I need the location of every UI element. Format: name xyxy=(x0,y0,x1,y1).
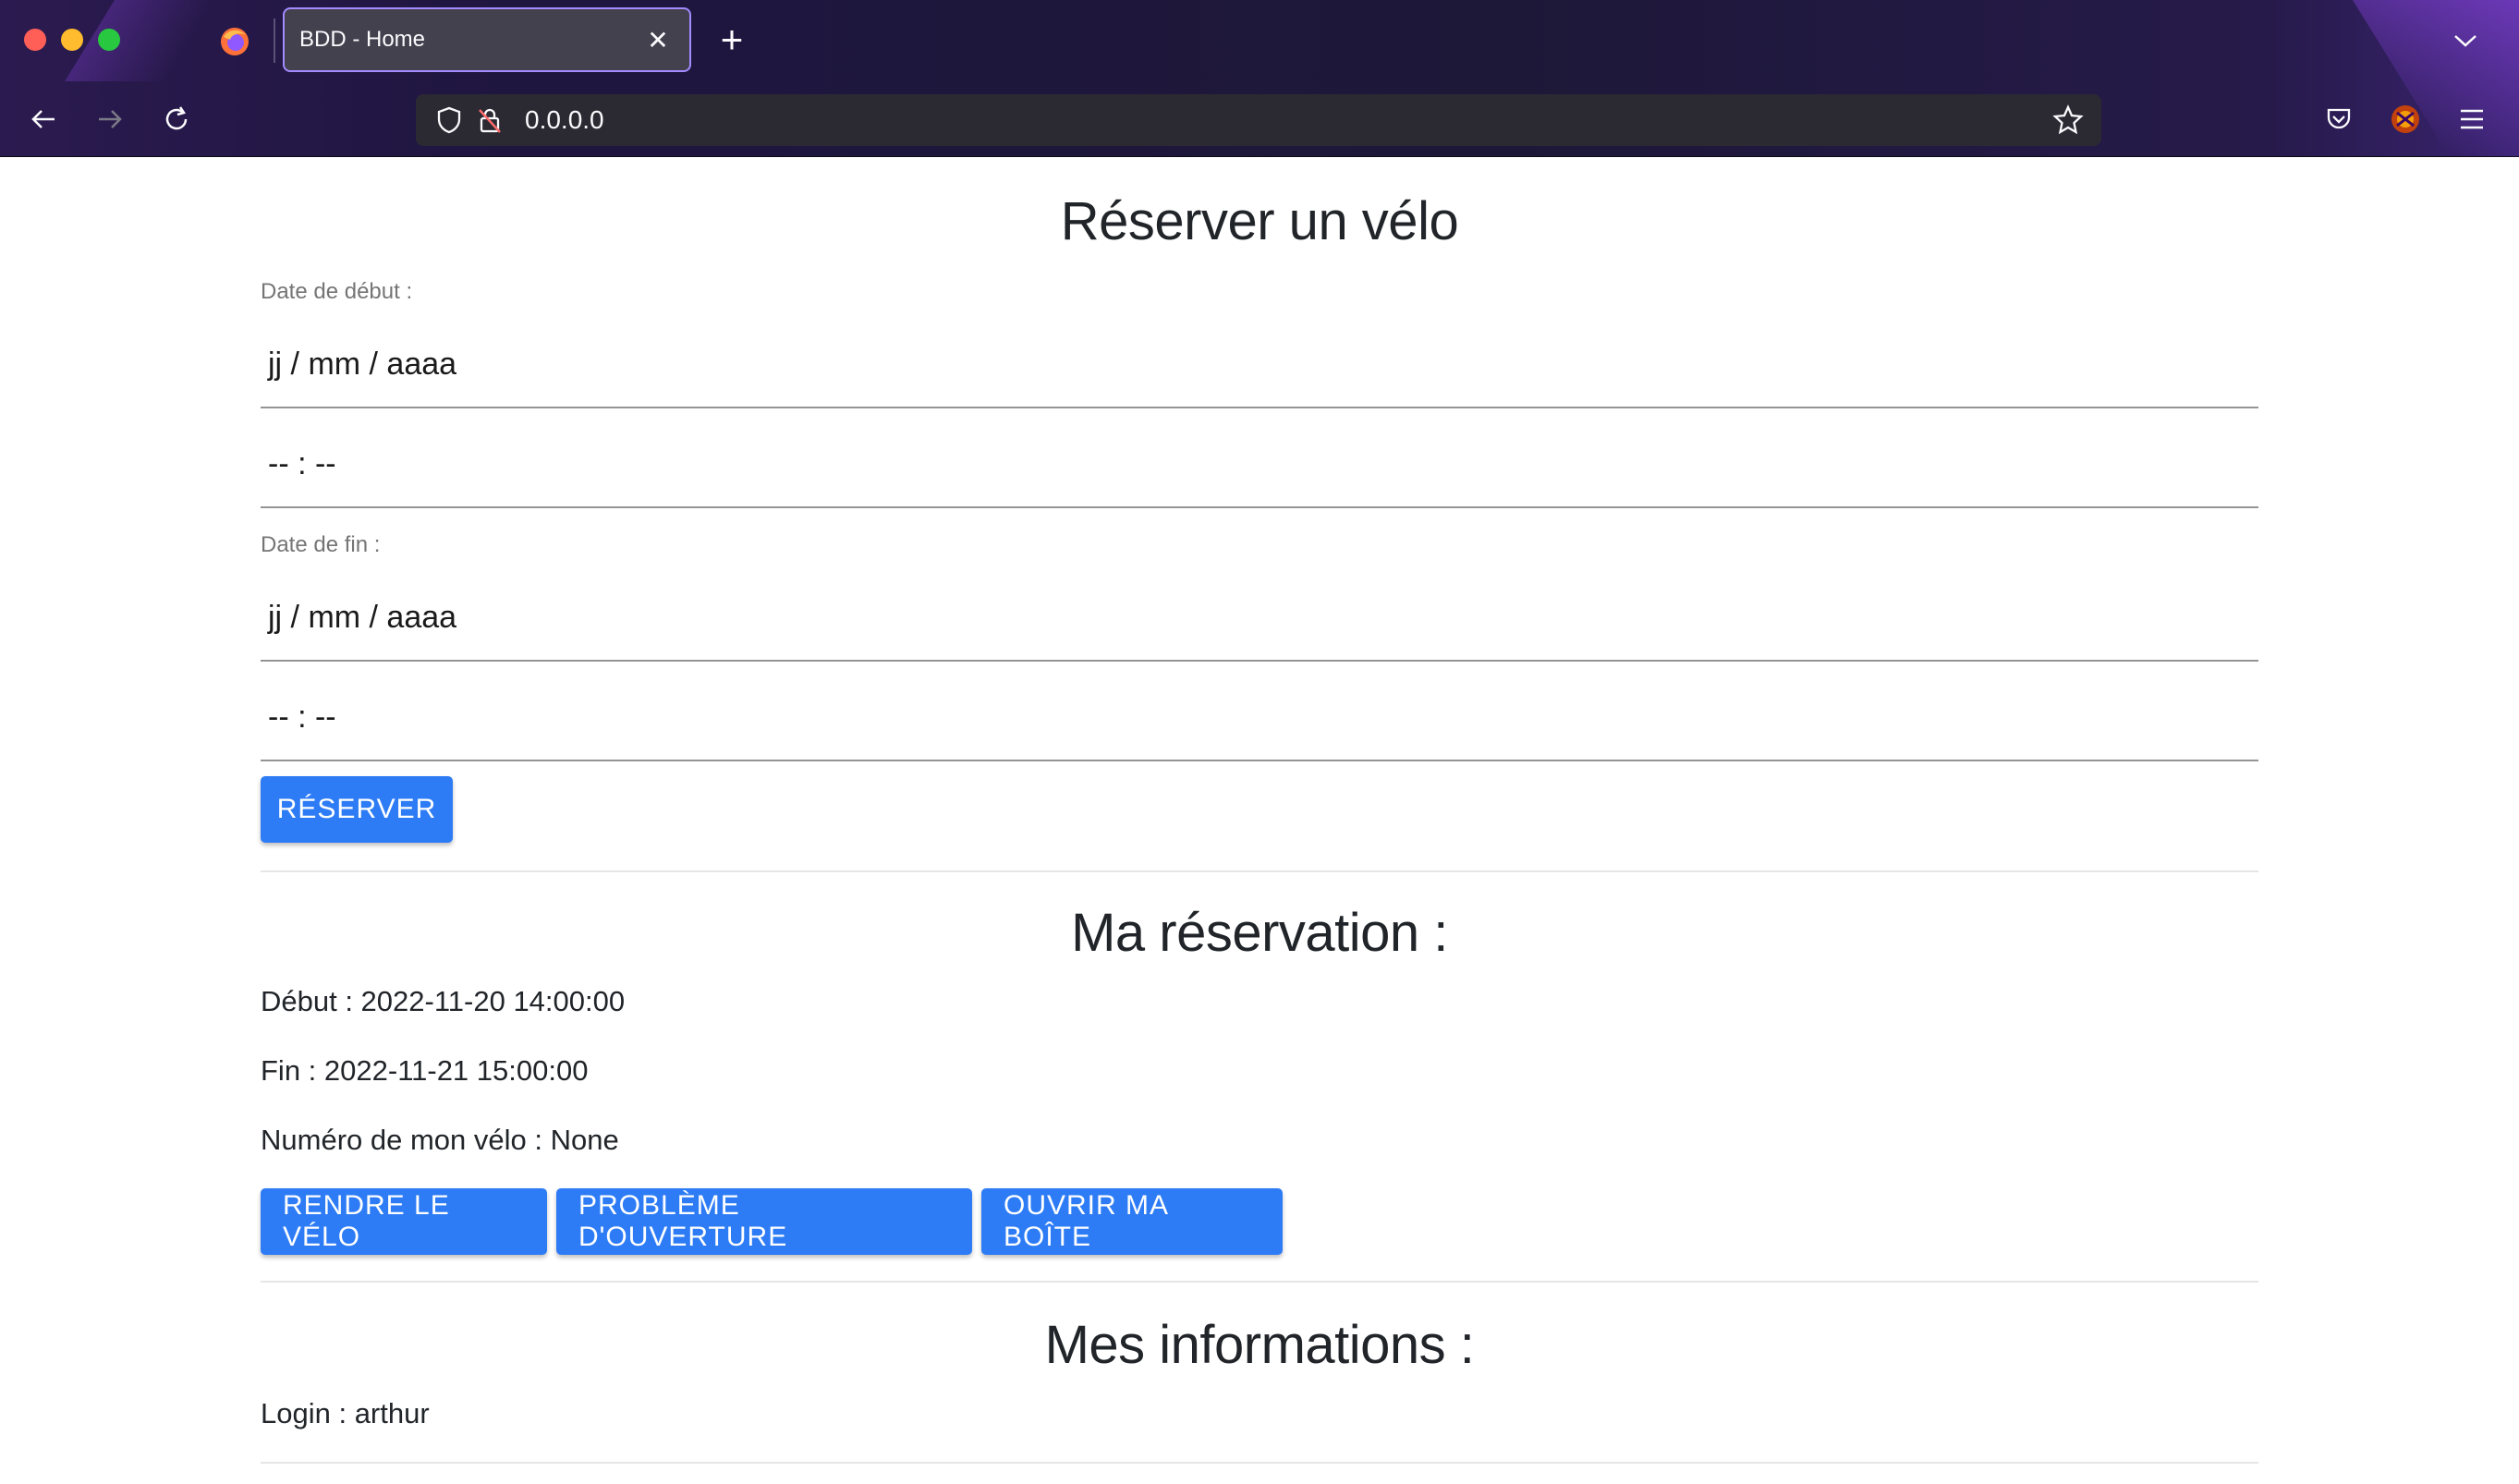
bike-number: Numéro de mon vélo : None xyxy=(261,1124,619,1156)
reservation-start: Début : 2022-11-20 14:00:00 xyxy=(261,985,626,1017)
section-divider xyxy=(261,870,2258,872)
tab-title: BDD - Home xyxy=(299,27,426,52)
reserve-button[interactable]: Réserver xyxy=(261,776,453,843)
start-date-label: Date de début : xyxy=(261,279,413,304)
arrow-left-icon xyxy=(31,110,55,128)
tab-separator xyxy=(274,18,275,63)
end-date-label: Date de fin : xyxy=(261,532,381,557)
section-divider xyxy=(261,1281,2258,1283)
browser-chrome: BDD - Home ✕ + 0.0.0.0 xyxy=(0,0,2519,157)
tab-strip: BDD - Home ✕ + xyxy=(0,0,2519,157)
url-text[interactable]: 0.0.0.0 xyxy=(525,105,604,135)
reserve-title: Réserver un vélo xyxy=(1060,191,1459,251)
window-close-button[interactable] xyxy=(24,29,46,51)
tab-active[interactable]: BDD - Home ✕ xyxy=(283,7,691,72)
end-time-input[interactable]: -- : -- xyxy=(261,675,2258,761)
section-divider xyxy=(261,1462,2258,1464)
window-zoom-button[interactable] xyxy=(98,29,120,51)
open-box-button[interactable]: Ouvrir ma boîte xyxy=(981,1188,1283,1255)
shield-icon[interactable] xyxy=(431,102,468,139)
firefox-icon xyxy=(221,28,249,55)
account-button[interactable] xyxy=(2382,96,2428,142)
hamburger-menu-icon xyxy=(2461,109,2483,129)
start-time-placeholder: -- : -- xyxy=(268,445,336,481)
close-icon[interactable]: ✕ xyxy=(641,25,675,55)
reload-button[interactable] xyxy=(153,96,200,142)
pocket-button[interactable] xyxy=(2316,96,2362,142)
new-tab-button[interactable]: + xyxy=(713,17,750,63)
app-menu-button[interactable] xyxy=(2449,96,2495,142)
reservation-title: Ma réservation : xyxy=(1071,903,1448,963)
window-minimize-button[interactable] xyxy=(61,29,83,51)
firefox-view-button[interactable] xyxy=(205,18,264,65)
forward-button[interactable] xyxy=(87,96,133,142)
end-date-placeholder: jj / mm / aaaa xyxy=(268,599,457,635)
pocket-icon xyxy=(2327,108,2351,129)
arrow-right-icon xyxy=(99,110,122,128)
bookmark-star-icon[interactable] xyxy=(2050,102,2087,139)
return-bike-button[interactable]: Rendre le vélo xyxy=(261,1188,547,1255)
insecure-lock-icon[interactable] xyxy=(471,102,508,139)
chevron-down-icon xyxy=(2454,35,2476,47)
avatar-icon xyxy=(2391,105,2419,133)
start-time-input[interactable]: -- : -- xyxy=(261,421,2258,508)
end-time-placeholder: -- : -- xyxy=(268,699,336,735)
page-content: Réserver un vélo Date de début : jj / mm… xyxy=(0,157,2519,1484)
reservation-end: Fin : 2022-11-21 15:00:00 xyxy=(261,1054,589,1087)
start-date-placeholder: jj / mm / aaaa xyxy=(268,346,457,382)
opening-problem-button[interactable]: Problème d'ouverture xyxy=(556,1188,972,1255)
reload-icon xyxy=(165,106,188,130)
end-date-input[interactable]: jj / mm / aaaa xyxy=(261,575,2258,662)
url-bar[interactable]: 0.0.0.0 xyxy=(416,94,2101,146)
back-button[interactable] xyxy=(20,96,67,142)
info-title: Mes informations : xyxy=(1044,1315,1475,1375)
login-info: Login : arthur xyxy=(261,1397,430,1429)
nav-bar: 0.0.0.0 xyxy=(0,81,2519,157)
start-date-input[interactable]: jj / mm / aaaa xyxy=(261,322,2258,408)
tab-list-button[interactable] xyxy=(2445,18,2486,63)
